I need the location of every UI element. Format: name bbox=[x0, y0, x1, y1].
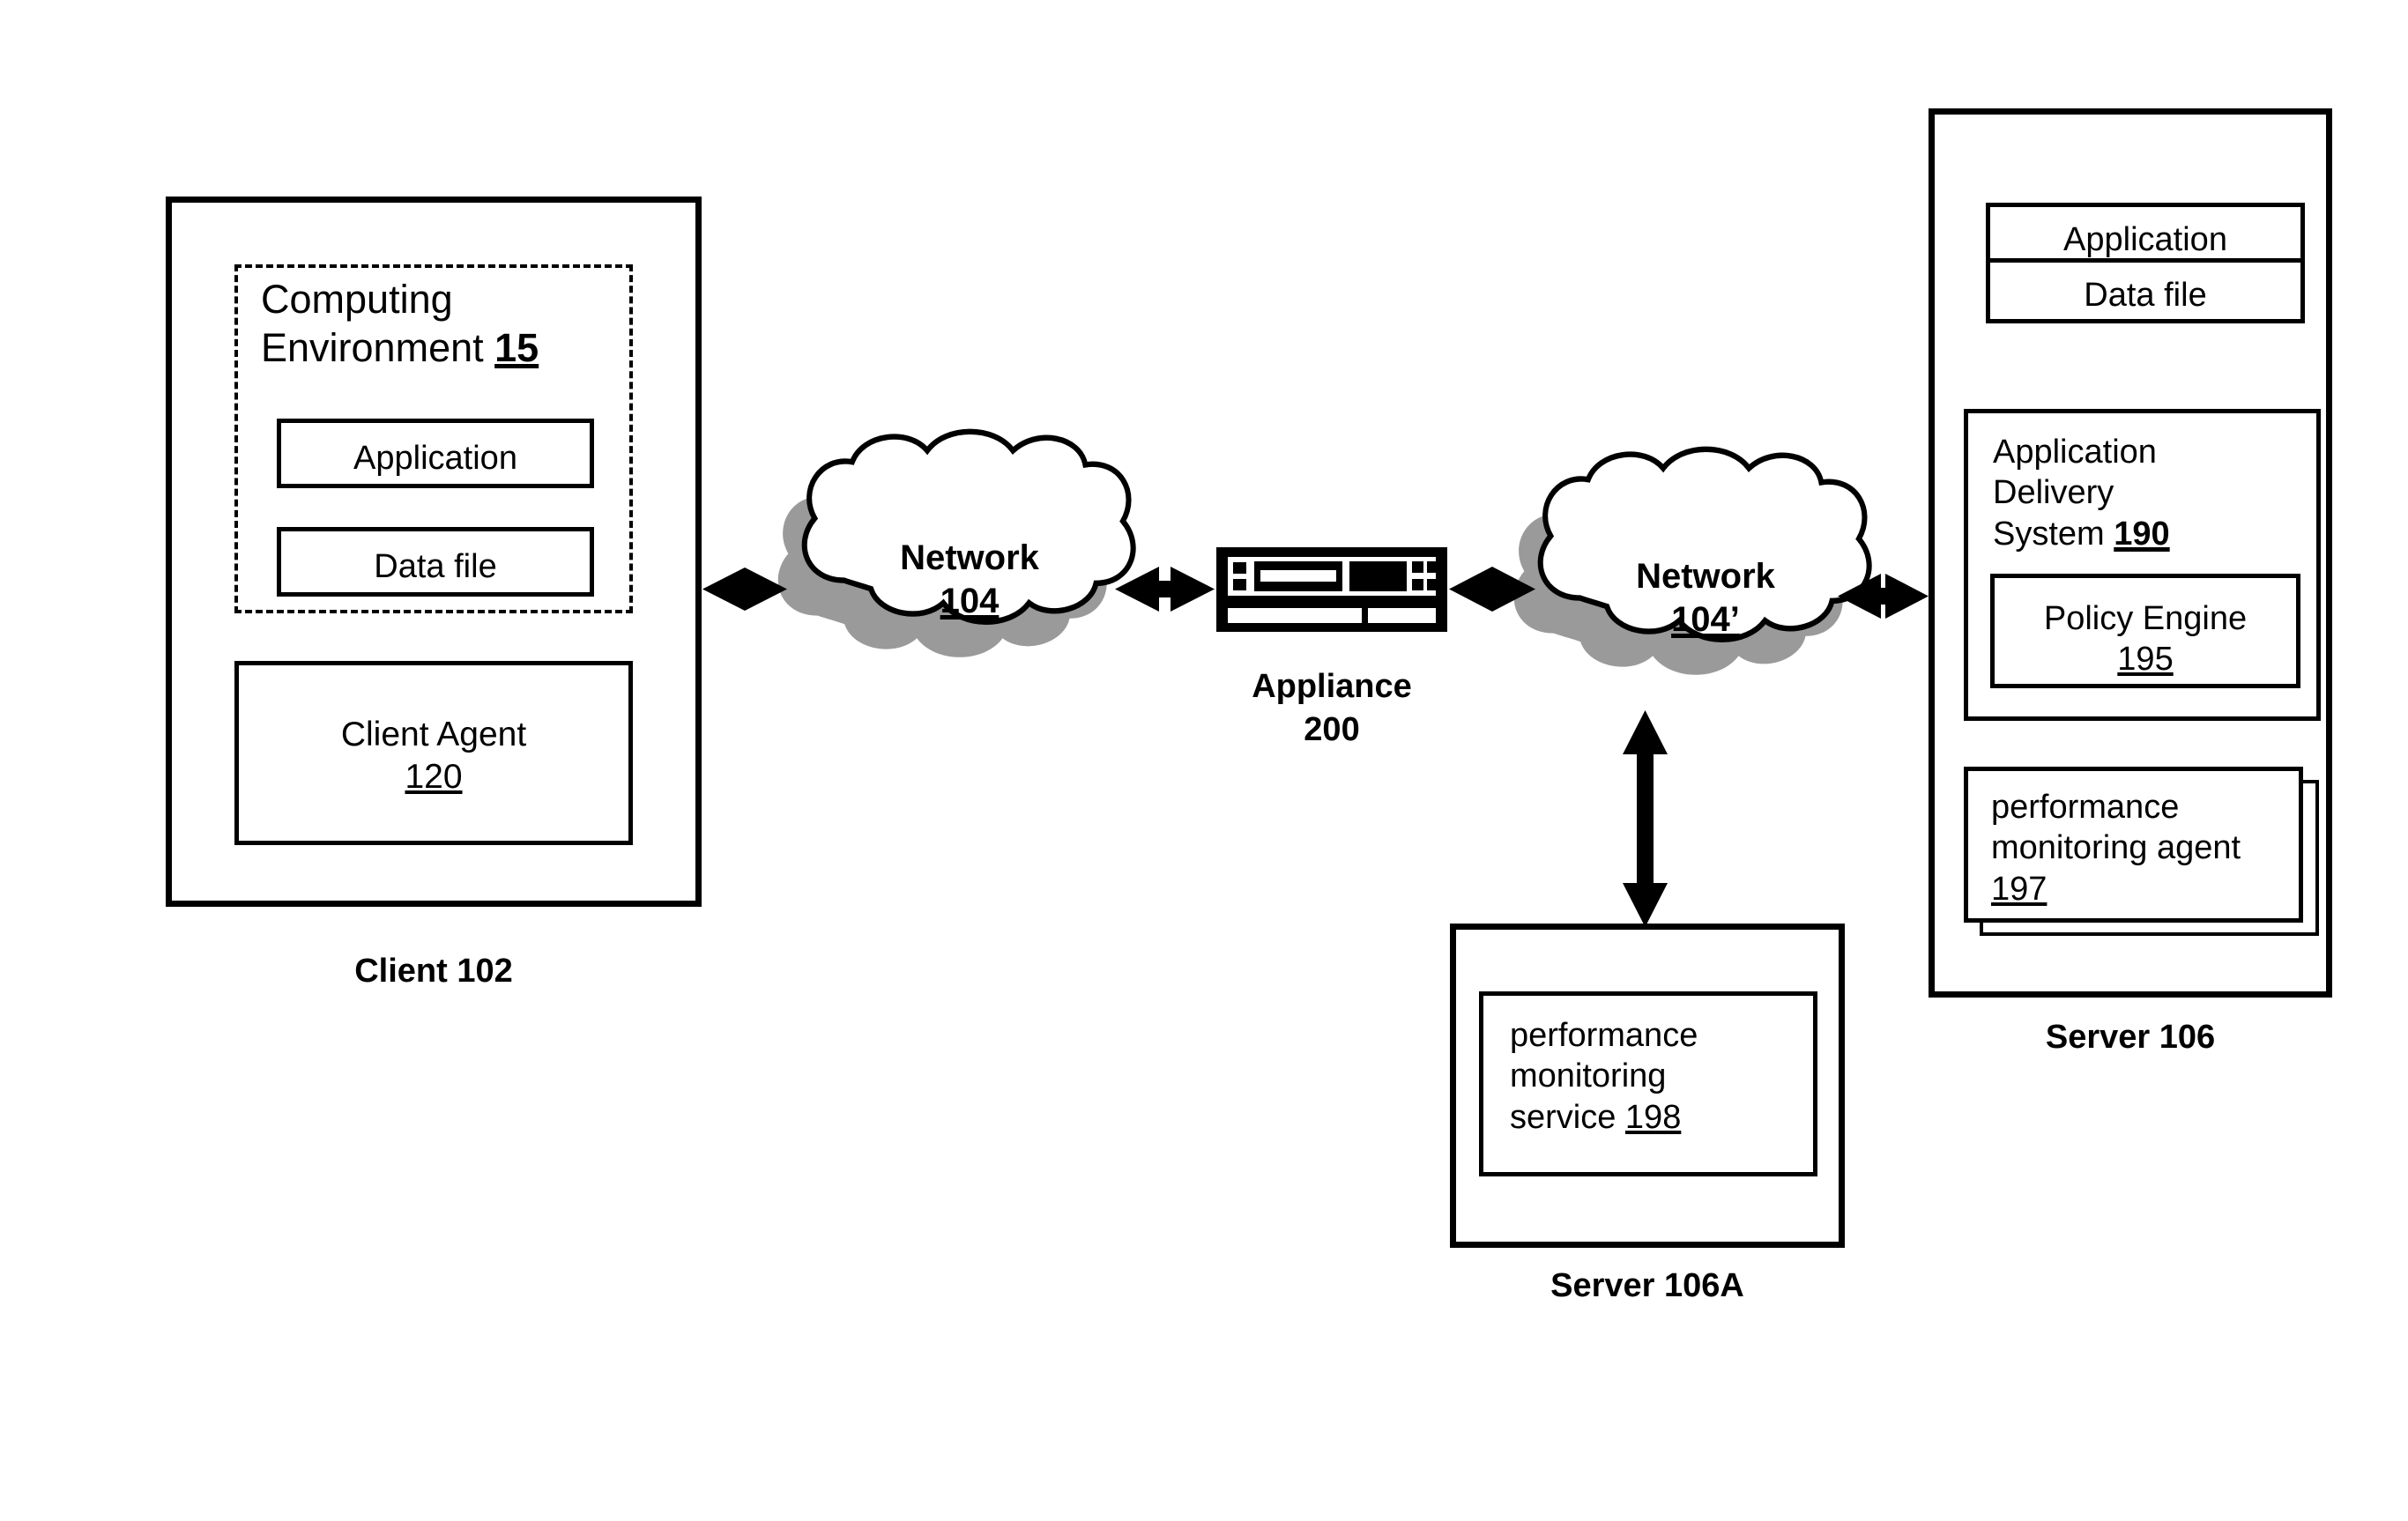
network-104-number: 104 bbox=[940, 581, 1000, 620]
appliance-grid-cell-1 bbox=[1412, 561, 1423, 573]
network-104-text: Network 104 bbox=[842, 537, 1097, 623]
pms-line1: performance bbox=[1510, 1017, 1698, 1054]
arrow-network-104-prime-to-server-106 bbox=[1838, 574, 1929, 619]
ads-line2: Delivery bbox=[1993, 474, 2114, 512]
arrow-appliance-to-network-104-prime bbox=[1449, 567, 1535, 612]
client-agent-label: Client Agent bbox=[340, 716, 527, 753]
pms-number: 198 bbox=[1624, 1098, 1682, 1136]
server-application-label: Application bbox=[2063, 221, 2227, 258]
performance-monitoring-service-text: performance monitoring service 198 bbox=[1510, 1015, 1810, 1138]
appliance-grid-cell-2 bbox=[1427, 561, 1438, 573]
appliance-front-panel bbox=[1228, 557, 1438, 596]
appliance-base-segment-left bbox=[1228, 608, 1362, 623]
arrow-network-104-prime-to-server-106a bbox=[1623, 710, 1668, 927]
client-application-label: Application bbox=[353, 440, 517, 477]
performance-monitoring-service-box: performance monitoring service 198 bbox=[1479, 991, 1817, 1176]
client-data-file-label: Data file bbox=[374, 548, 497, 585]
policy-engine-text: Policy Engine 195 bbox=[1995, 598, 2296, 680]
network-104-prime-number: 104’ bbox=[1671, 599, 1740, 639]
appliance-grid-cell-3 bbox=[1412, 579, 1423, 590]
server-106-caption: Server 106 bbox=[2045, 1019, 2216, 1056]
ads-line3: System bbox=[1993, 515, 2114, 553]
client-agent-number: 120 bbox=[405, 757, 463, 796]
pma-line1: performance bbox=[1991, 789, 2180, 826]
appliance-200-device bbox=[1216, 547, 1447, 632]
application-delivery-system-title: Application Delivery System 190 bbox=[1993, 432, 2310, 554]
performance-monitoring-agent-box: performance monitoring agent 197 bbox=[1964, 767, 2303, 923]
arrow-network-104-to-appliance bbox=[1115, 567, 1215, 612]
appliance-grid-cell-4 bbox=[1427, 579, 1438, 590]
appliance-drive-bay bbox=[1254, 561, 1342, 591]
appliance-led-top bbox=[1233, 562, 1246, 574]
computing-environment-title-line1: Computing bbox=[261, 277, 453, 322]
client-102-caption: Client 102 bbox=[354, 953, 513, 990]
application-delivery-system-box: Application Delivery System 190 Policy Eng… bbox=[1964, 409, 2321, 721]
policy-engine-label: Policy Engine bbox=[2043, 600, 2248, 637]
computing-environment-number: 15 bbox=[494, 324, 539, 370]
figure-canvas: Computing Environment 15 Application Data… bbox=[0, 0, 2408, 1521]
client-data-file-box: Data file bbox=[277, 527, 594, 597]
client-agent-text: Client Agent 120 bbox=[239, 714, 628, 798]
appliance-caption-line2: 200 bbox=[1304, 711, 1360, 749]
pma-number: 197 bbox=[1991, 870, 2048, 908]
network-104-label: Network bbox=[900, 538, 1039, 577]
client-agent-box: Client Agent 120 bbox=[234, 661, 633, 845]
network-104-prime-text: Network 104’ bbox=[1578, 555, 1833, 642]
policy-engine-box: Policy Engine 195 bbox=[1990, 574, 2300, 688]
appliance-drive-slot bbox=[1260, 570, 1336, 582]
appliance-display-panel bbox=[1349, 561, 1407, 591]
ads-line1: Application bbox=[1993, 434, 2157, 471]
pms-line2: monitoring bbox=[1510, 1057, 1667, 1095]
computing-environment-title: Computing Environment 15 bbox=[261, 276, 631, 373]
performance-monitoring-agent-text: performance monitoring agent 197 bbox=[1991, 787, 2291, 909]
pms-line3: service bbox=[1510, 1098, 1625, 1136]
appliance-base-segment-right bbox=[1368, 608, 1436, 623]
network-104-prime-label: Network bbox=[1636, 557, 1775, 596]
client-application-box: Application bbox=[277, 419, 594, 488]
pma-line2: monitoring agent bbox=[1991, 829, 2241, 867]
appliance-led-bottom bbox=[1233, 579, 1246, 590]
appliance-caption-line1: Appliance bbox=[1252, 668, 1412, 705]
computing-environment-title-line2: Environment bbox=[261, 324, 495, 370]
appliance-200-caption: Appliance 200 bbox=[1186, 665, 1477, 753]
server-data-file-box: Data file bbox=[1986, 258, 2305, 323]
arrow-client-to-network-104 bbox=[702, 568, 787, 611]
server-data-file-label: Data file bbox=[2084, 277, 2207, 314]
policy-engine-number: 195 bbox=[2117, 641, 2174, 679]
ads-number: 190 bbox=[2114, 515, 2170, 553]
server-106a-caption: Server 106A bbox=[1550, 1267, 1744, 1304]
